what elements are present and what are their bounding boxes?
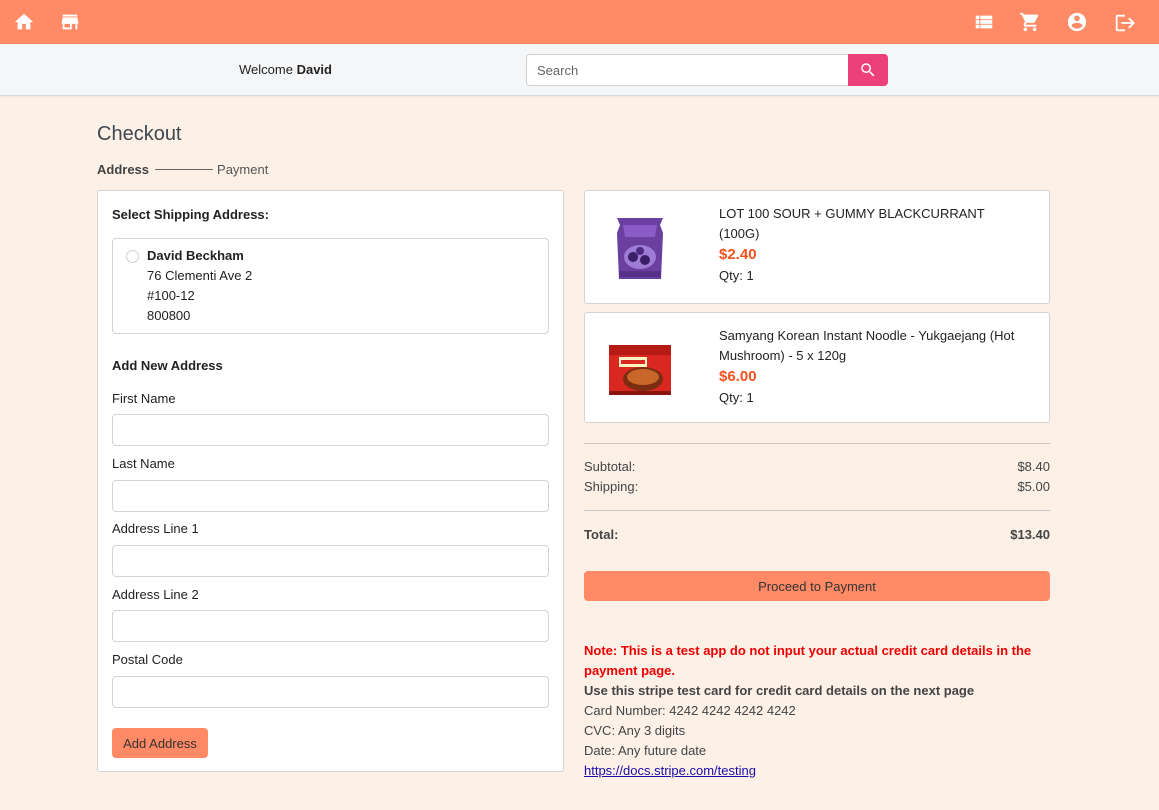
step-address: Address [97,162,150,177]
subtotal-row: Subtotal: $8.40 [584,459,1050,474]
checkout-steps: Address Payment [97,162,268,177]
address-postal: 800800 [147,308,191,323]
item-name: LOT 100 SOUR + GUMMY BLACKCURRANT (100G) [719,206,985,241]
search-button[interactable] [848,54,888,86]
shipping-label: Shipping: [584,479,639,494]
cvc-text: CVC: Any 3 digits [584,723,686,738]
welcome-text: Welcome David [239,62,332,77]
item-qty: Qty: 1 [719,390,754,405]
cart-icon[interactable] [1019,11,1041,33]
postal-code-label: Postal Code [112,652,183,667]
stripe-instruction: Use this stripe test card for credit car… [584,683,975,698]
total-label: Total: [584,527,619,542]
account-icon[interactable] [1066,11,1088,33]
address-line2-label: Address Line 2 [112,587,199,602]
user-name: David [296,62,332,77]
proceed-to-payment-button[interactable]: Proceed to Payment [584,571,1050,601]
subtotal-value: $8.40 [1017,459,1050,474]
page-title: Checkout [97,123,182,145]
shipping-row: Shipping: $5.00 [584,479,1050,494]
address-line1-label: Address Line 1 [112,521,199,536]
first-name-field[interactable] [112,414,549,446]
address-radio[interactable] [126,250,139,263]
item-name: Samyang Korean Instant Noodle - Yukgaeja… [719,328,1015,363]
last-name-field[interactable] [112,480,549,512]
address-line1: 76 Clementi Ave 2 [147,268,253,283]
address-line2: #100-12 [147,288,195,303]
search-icon [861,63,875,77]
address-line2-field[interactable] [112,610,549,642]
address-name: David Beckham [147,248,244,263]
address-line1-field[interactable] [112,545,549,577]
shipping-value: $5.00 [1017,479,1050,494]
add-new-address-title: Add New Address [112,358,223,373]
address-card: Select Shipping Address: David Beckham 7… [97,190,564,772]
welcome-prefix: Welcome [239,62,293,77]
item-price: $2.40 [719,246,757,263]
search-input[interactable] [526,54,850,86]
divider [584,510,1050,511]
total-value: $13.40 [1010,527,1050,542]
select-shipping-title: Select Shipping Address: [112,207,269,222]
postal-code-field[interactable] [112,676,549,708]
add-address-button[interactable]: Add Address [112,728,208,758]
test-app-warning: Note: This is a test app do not input yo… [584,643,1032,678]
saved-address-text: David Beckham 76 Clementi Ave 2 #100-12 … [147,246,252,326]
top-navbar [0,0,1159,44]
card-number-text: Card Number: 4242 4242 4242 4242 [584,703,796,718]
saved-address-option[interactable]: David Beckham 76 Clementi Ave 2 #100-12 … [112,238,549,334]
cart-item: Samyang Korean Instant Noodle - Yukgaeja… [584,312,1050,423]
noodle-pack-image [605,333,675,405]
orders-icon[interactable] [973,11,995,33]
header-bar: Welcome David [0,44,1159,96]
subtotal-label: Subtotal: [584,459,636,474]
divider [584,443,1050,444]
last-name-label: Last Name [112,456,175,471]
stripe-docs-link[interactable]: https://docs.stripe.com/testing [584,763,756,778]
first-name-label: First Name [112,391,176,406]
test-card-note: Note: This is a test app do not input yo… [584,641,1054,781]
cart-item: LOT 100 SOUR + GUMMY BLACKCURRANT (100G)… [584,190,1050,304]
step-divider [155,169,214,170]
logout-icon[interactable] [1113,12,1135,34]
total-row: Total: $13.40 [584,527,1050,542]
date-text: Date: Any future date [584,743,707,758]
home-icon[interactable] [13,11,35,33]
item-price: $6.00 [719,368,757,385]
store-icon[interactable] [59,11,81,33]
gummy-pack-image [605,213,675,285]
step-payment: Payment [217,162,269,177]
item-qty: Qty: 1 [719,268,754,283]
